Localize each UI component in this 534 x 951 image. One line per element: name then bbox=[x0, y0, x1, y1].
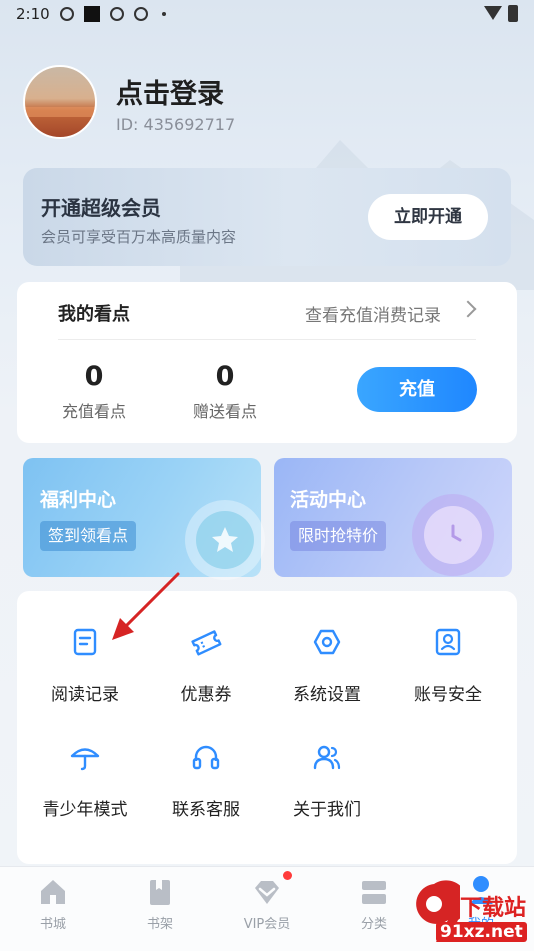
menu-item-label: 阅读记录 bbox=[51, 685, 119, 705]
gift-points-value: 0 bbox=[215, 361, 235, 392]
home-icon bbox=[41, 880, 65, 904]
star-icon bbox=[212, 527, 238, 552]
wifi-icon bbox=[484, 6, 502, 20]
nav-item-category[interactable]: 分类 bbox=[329, 866, 419, 946]
nav-label: VIP会员 bbox=[243, 917, 291, 932]
status-time: 2:10 bbox=[16, 5, 50, 23]
menu-item-label: 青少年模式 bbox=[42, 800, 128, 820]
menu-item-teen-mode[interactable]: 青少年模式 bbox=[25, 735, 145, 825]
menu-item-settings[interactable]: 系统设置 bbox=[267, 620, 387, 710]
watermark-url: 91xz.net bbox=[436, 922, 527, 942]
battery-icon bbox=[508, 5, 518, 22]
users-icon bbox=[313, 745, 341, 770]
annotation-arrow bbox=[112, 572, 180, 640]
settings-icon bbox=[313, 629, 341, 655]
activity-center-pill: 限时抢特价 bbox=[290, 521, 387, 551]
divider bbox=[58, 339, 476, 340]
vip-title: 开通超级会员 bbox=[41, 196, 161, 220]
category-icon bbox=[362, 881, 386, 904]
status-bar: 2:10 bbox=[0, 0, 534, 30]
menu-item-label: 联系客服 bbox=[172, 800, 240, 820]
more-notifications-icon bbox=[162, 12, 166, 16]
recharge-points-label: 充值看点 bbox=[61, 402, 126, 421]
menu-item-label: 账号安全 bbox=[414, 685, 482, 705]
notification-icon bbox=[84, 6, 100, 22]
nav-label: 书城 bbox=[39, 917, 66, 932]
gift-points-label: 赠送看点 bbox=[192, 402, 257, 421]
menu-item-label: 系统设置 bbox=[293, 685, 361, 705]
menu-item-label: 关于我们 bbox=[293, 800, 361, 820]
clock-icon bbox=[451, 524, 462, 542]
headset-icon bbox=[192, 745, 220, 770]
menu-item-customer-service[interactable]: 联系客服 bbox=[146, 735, 266, 825]
nav-label: 分类 bbox=[360, 917, 387, 932]
bookshelf-icon bbox=[150, 880, 170, 905]
diamond-icon bbox=[255, 881, 279, 904]
nav-item-bookstore[interactable]: 书城 bbox=[8, 866, 98, 946]
notification-icon bbox=[60, 7, 74, 21]
open-vip-button[interactable]: 立即开通 bbox=[368, 194, 488, 240]
coupon-icon bbox=[191, 630, 222, 656]
avatar[interactable] bbox=[23, 65, 97, 139]
menu-item-account-security[interactable]: 账号安全 bbox=[388, 620, 508, 710]
notification-badge bbox=[283, 871, 292, 880]
recharge-history-link[interactable]: 查看充值消费记录 bbox=[305, 301, 441, 326]
activity-center-title: 活动中心 bbox=[290, 489, 367, 511]
nav-label: 书架 bbox=[146, 917, 173, 932]
watermark-text: 下载站 bbox=[460, 896, 527, 921]
recharge-points-value: 0 bbox=[84, 361, 104, 392]
umbrella-icon bbox=[70, 748, 100, 771]
login-link[interactable]: 点击登录 bbox=[116, 72, 224, 111]
account-security-icon bbox=[435, 628, 461, 656]
reading-record-icon bbox=[73, 628, 97, 656]
menu-item-label: 优惠券 bbox=[180, 685, 232, 705]
points-title: 我的看点 bbox=[58, 304, 130, 325]
welfare-center-title: 福利中心 bbox=[40, 489, 117, 511]
notification-icon bbox=[110, 7, 124, 21]
user-id: ID: 435692717 bbox=[116, 115, 236, 134]
notification-icon bbox=[134, 7, 148, 21]
nav-item-vip[interactable]: VIP会员 bbox=[222, 866, 312, 946]
welfare-center-pill: 签到领看点 bbox=[40, 521, 137, 551]
recharge-button[interactable]: 充值 bbox=[357, 367, 477, 412]
nav-item-bookshelf[interactable]: 书架 bbox=[115, 866, 205, 946]
menu-item-about-us[interactable]: 关于我们 bbox=[267, 735, 387, 825]
vip-subtitle: 会员可享受百万本高质量内容 bbox=[41, 228, 237, 246]
